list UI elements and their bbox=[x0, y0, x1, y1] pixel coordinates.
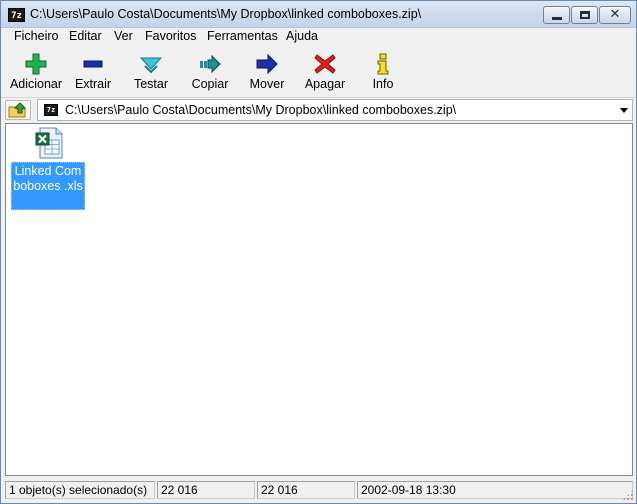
test-button[interactable]: Testar bbox=[127, 50, 175, 96]
extract-button[interactable]: Extrair bbox=[69, 50, 117, 96]
plus-icon bbox=[25, 53, 47, 75]
address-row: 7z C:\Users\Paulo Costa\Documents\My Dro… bbox=[1, 98, 636, 122]
extract-label: Extrair bbox=[74, 77, 112, 91]
menu-ficheiro[interactable]: Ficheiro bbox=[14, 29, 58, 44]
toolbar: Adicionar Extrair Testar Copiar Mover Ap… bbox=[1, 46, 636, 98]
status-selection: 1 objeto(s) selecionado(s) bbox=[5, 481, 155, 499]
move-arrow-icon bbox=[256, 53, 278, 75]
excel-file-icon bbox=[35, 127, 63, 159]
window-title: C:\Users\Paulo Costa\Documents\My Dropbo… bbox=[30, 7, 422, 21]
maximize-icon bbox=[580, 11, 590, 19]
info-label: Info bbox=[372, 77, 394, 91]
status-bar: 1 objeto(s) selecionado(s) 22 016 22 016… bbox=[1, 478, 636, 503]
app-window: 7z C:\Users\Paulo Costa\Documents\My Dro… bbox=[0, 0, 637, 504]
menu-ver[interactable]: Ver bbox=[114, 29, 133, 44]
move-button[interactable]: Mover bbox=[243, 50, 291, 96]
file-name-label[interactable]: Linked Comboboxes .xls bbox=[11, 162, 85, 210]
close-icon: ✕ bbox=[609, 7, 621, 22]
move-label: Mover bbox=[249, 77, 285, 91]
address-path[interactable]: C:\Users\Paulo Costa\Documents\My Dropbo… bbox=[65, 103, 456, 117]
test-label: Testar bbox=[133, 77, 169, 91]
menu-ferramentas[interactable]: Ferramentas bbox=[207, 29, 278, 44]
delete-x-icon bbox=[314, 54, 336, 74]
close-button[interactable]: ✕ bbox=[599, 6, 631, 24]
up-folder-button[interactable] bbox=[5, 100, 31, 120]
add-button[interactable]: Adicionar bbox=[5, 50, 67, 96]
info-button[interactable]: Info bbox=[361, 50, 405, 96]
delete-button[interactable]: Apagar bbox=[301, 50, 349, 96]
add-label: Adicionar bbox=[9, 77, 63, 91]
info-icon bbox=[377, 53, 389, 75]
7zip-app-icon[interactable]: 7z bbox=[8, 8, 25, 22]
status-modified: 2002-09-18 13:30 bbox=[357, 481, 633, 499]
menu-ajuda[interactable]: Ajuda bbox=[286, 29, 318, 44]
chevron-down-icon[interactable] bbox=[620, 108, 628, 113]
archive-icon: 7z bbox=[44, 104, 58, 116]
menu-favoritos[interactable]: Favoritos bbox=[145, 29, 196, 44]
minus-icon bbox=[83, 60, 103, 68]
status-size: 22 016 bbox=[157, 481, 255, 499]
copy-arrow-icon bbox=[200, 54, 221, 74]
title-bar[interactable]: 7z C:\Users\Paulo Costa\Documents\My Dro… bbox=[1, 1, 636, 28]
file-list-pane[interactable]: Linked Comboboxes .xls bbox=[5, 123, 633, 476]
status-packed-size: 22 016 bbox=[257, 481, 355, 499]
menu-editar[interactable]: Editar bbox=[69, 29, 102, 44]
menu-bar: Ficheiro Editar Ver Favoritos Ferramenta… bbox=[1, 28, 636, 46]
delete-label: Apagar bbox=[304, 77, 346, 91]
copy-button[interactable]: Copiar bbox=[185, 50, 235, 96]
copy-label: Copiar bbox=[191, 77, 229, 91]
address-combobox[interactable]: 7z C:\Users\Paulo Costa\Documents\My Dro… bbox=[37, 99, 633, 121]
folder-up-icon bbox=[8, 102, 27, 118]
file-item[interactable]: Linked Comboboxes .xls bbox=[11, 127, 87, 210]
maximize-button[interactable] bbox=[571, 6, 598, 24]
minimize-icon bbox=[552, 17, 562, 20]
minimize-button[interactable] bbox=[543, 6, 570, 24]
test-chevron-icon bbox=[139, 57, 163, 74]
